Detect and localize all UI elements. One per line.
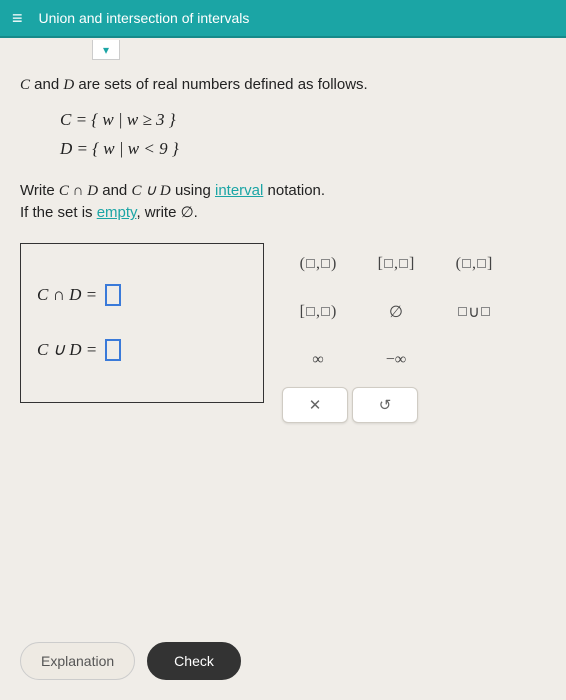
instruction-text: Write C ∩ D and C ∪ D using interval not… xyxy=(20,180,546,225)
instr-end: notation. xyxy=(263,182,325,199)
intro-text: C and D are sets of real numbers defined… xyxy=(20,76,546,94)
definitions: C = { w | w ≥ 3 } D = { w | w < 9 } xyxy=(60,106,546,164)
instr-mid: and xyxy=(98,182,131,199)
answer-box: C ∩ D = C ∪ D = xyxy=(20,243,264,403)
link-empty[interactable]: empty xyxy=(97,204,137,221)
palette-actions: ✕ ↺ xyxy=(282,381,510,423)
instr-pre: Write xyxy=(20,182,59,199)
symbol-palette: (,) [,] (,] [,) ∅ ∪ ∞ −∞ xyxy=(282,243,510,381)
btn-neg-infinity[interactable]: −∞ xyxy=(360,339,432,381)
link-interval[interactable]: interval xyxy=(215,182,263,199)
instr-cap: C ∩ D xyxy=(59,183,98,199)
menu-icon[interactable]: ≡ xyxy=(12,8,23,29)
definition-d: D = { w | w < 9 } xyxy=(60,135,546,164)
app-header: ≡ Union and intersection of intervals xyxy=(0,0,566,38)
page-title: Union and intersection of intervals xyxy=(39,10,250,26)
undo-icon: ↺ xyxy=(379,396,392,414)
check-button[interactable]: Check xyxy=(147,642,241,680)
cup-label: C ∪ D = xyxy=(37,340,97,360)
definition-c: C = { w | w ≥ 3 } xyxy=(60,106,546,135)
answer-union: C ∪ D = xyxy=(37,339,247,361)
clear-button[interactable]: ✕ xyxy=(282,387,348,423)
instr2-post: , write ∅. xyxy=(136,204,197,221)
work-row: C ∩ D = C ∪ D = (,) [,] (,] [,) ∅ ∪ ∞ −∞ xyxy=(20,243,546,423)
chevron-down-icon[interactable]: ▾ xyxy=(92,40,120,60)
btn-open-open[interactable]: (,) xyxy=(282,243,354,285)
content-area: C and D are sets of real numbers defined… xyxy=(0,38,566,443)
btn-closed-closed[interactable]: [,] xyxy=(360,243,432,285)
cap-input[interactable] xyxy=(105,284,121,306)
instr2-pre: If the set is xyxy=(20,204,97,221)
var-d: D xyxy=(63,77,74,93)
palette-wrapper: (,) [,] (,] [,) ∅ ∪ ∞ −∞ ✕ ↺ xyxy=(282,243,510,423)
undo-button[interactable]: ↺ xyxy=(352,387,418,423)
instr-cup: C ∪ D xyxy=(131,183,170,199)
cap-label: C ∩ D = xyxy=(37,285,97,305)
btn-open-closed[interactable]: (,] xyxy=(438,243,510,285)
btn-closed-open[interactable]: [,) xyxy=(282,291,354,333)
close-icon: ✕ xyxy=(309,396,322,414)
pal-spacer xyxy=(438,339,510,381)
intro-suffix: are sets of real numbers defined as foll… xyxy=(74,76,367,93)
btn-infinity[interactable]: ∞ xyxy=(282,339,354,381)
btn-union-template[interactable]: ∪ xyxy=(438,291,510,333)
answer-intersection: C ∩ D = xyxy=(37,284,247,306)
instr-post: using xyxy=(171,182,215,199)
explanation-button[interactable]: Explanation xyxy=(20,642,135,680)
btn-empty-set[interactable]: ∅ xyxy=(360,291,432,333)
cup-input[interactable] xyxy=(105,339,121,361)
intro-and: and xyxy=(30,76,63,93)
var-c: C xyxy=(20,77,30,93)
bottom-bar: Explanation Check xyxy=(20,642,241,680)
